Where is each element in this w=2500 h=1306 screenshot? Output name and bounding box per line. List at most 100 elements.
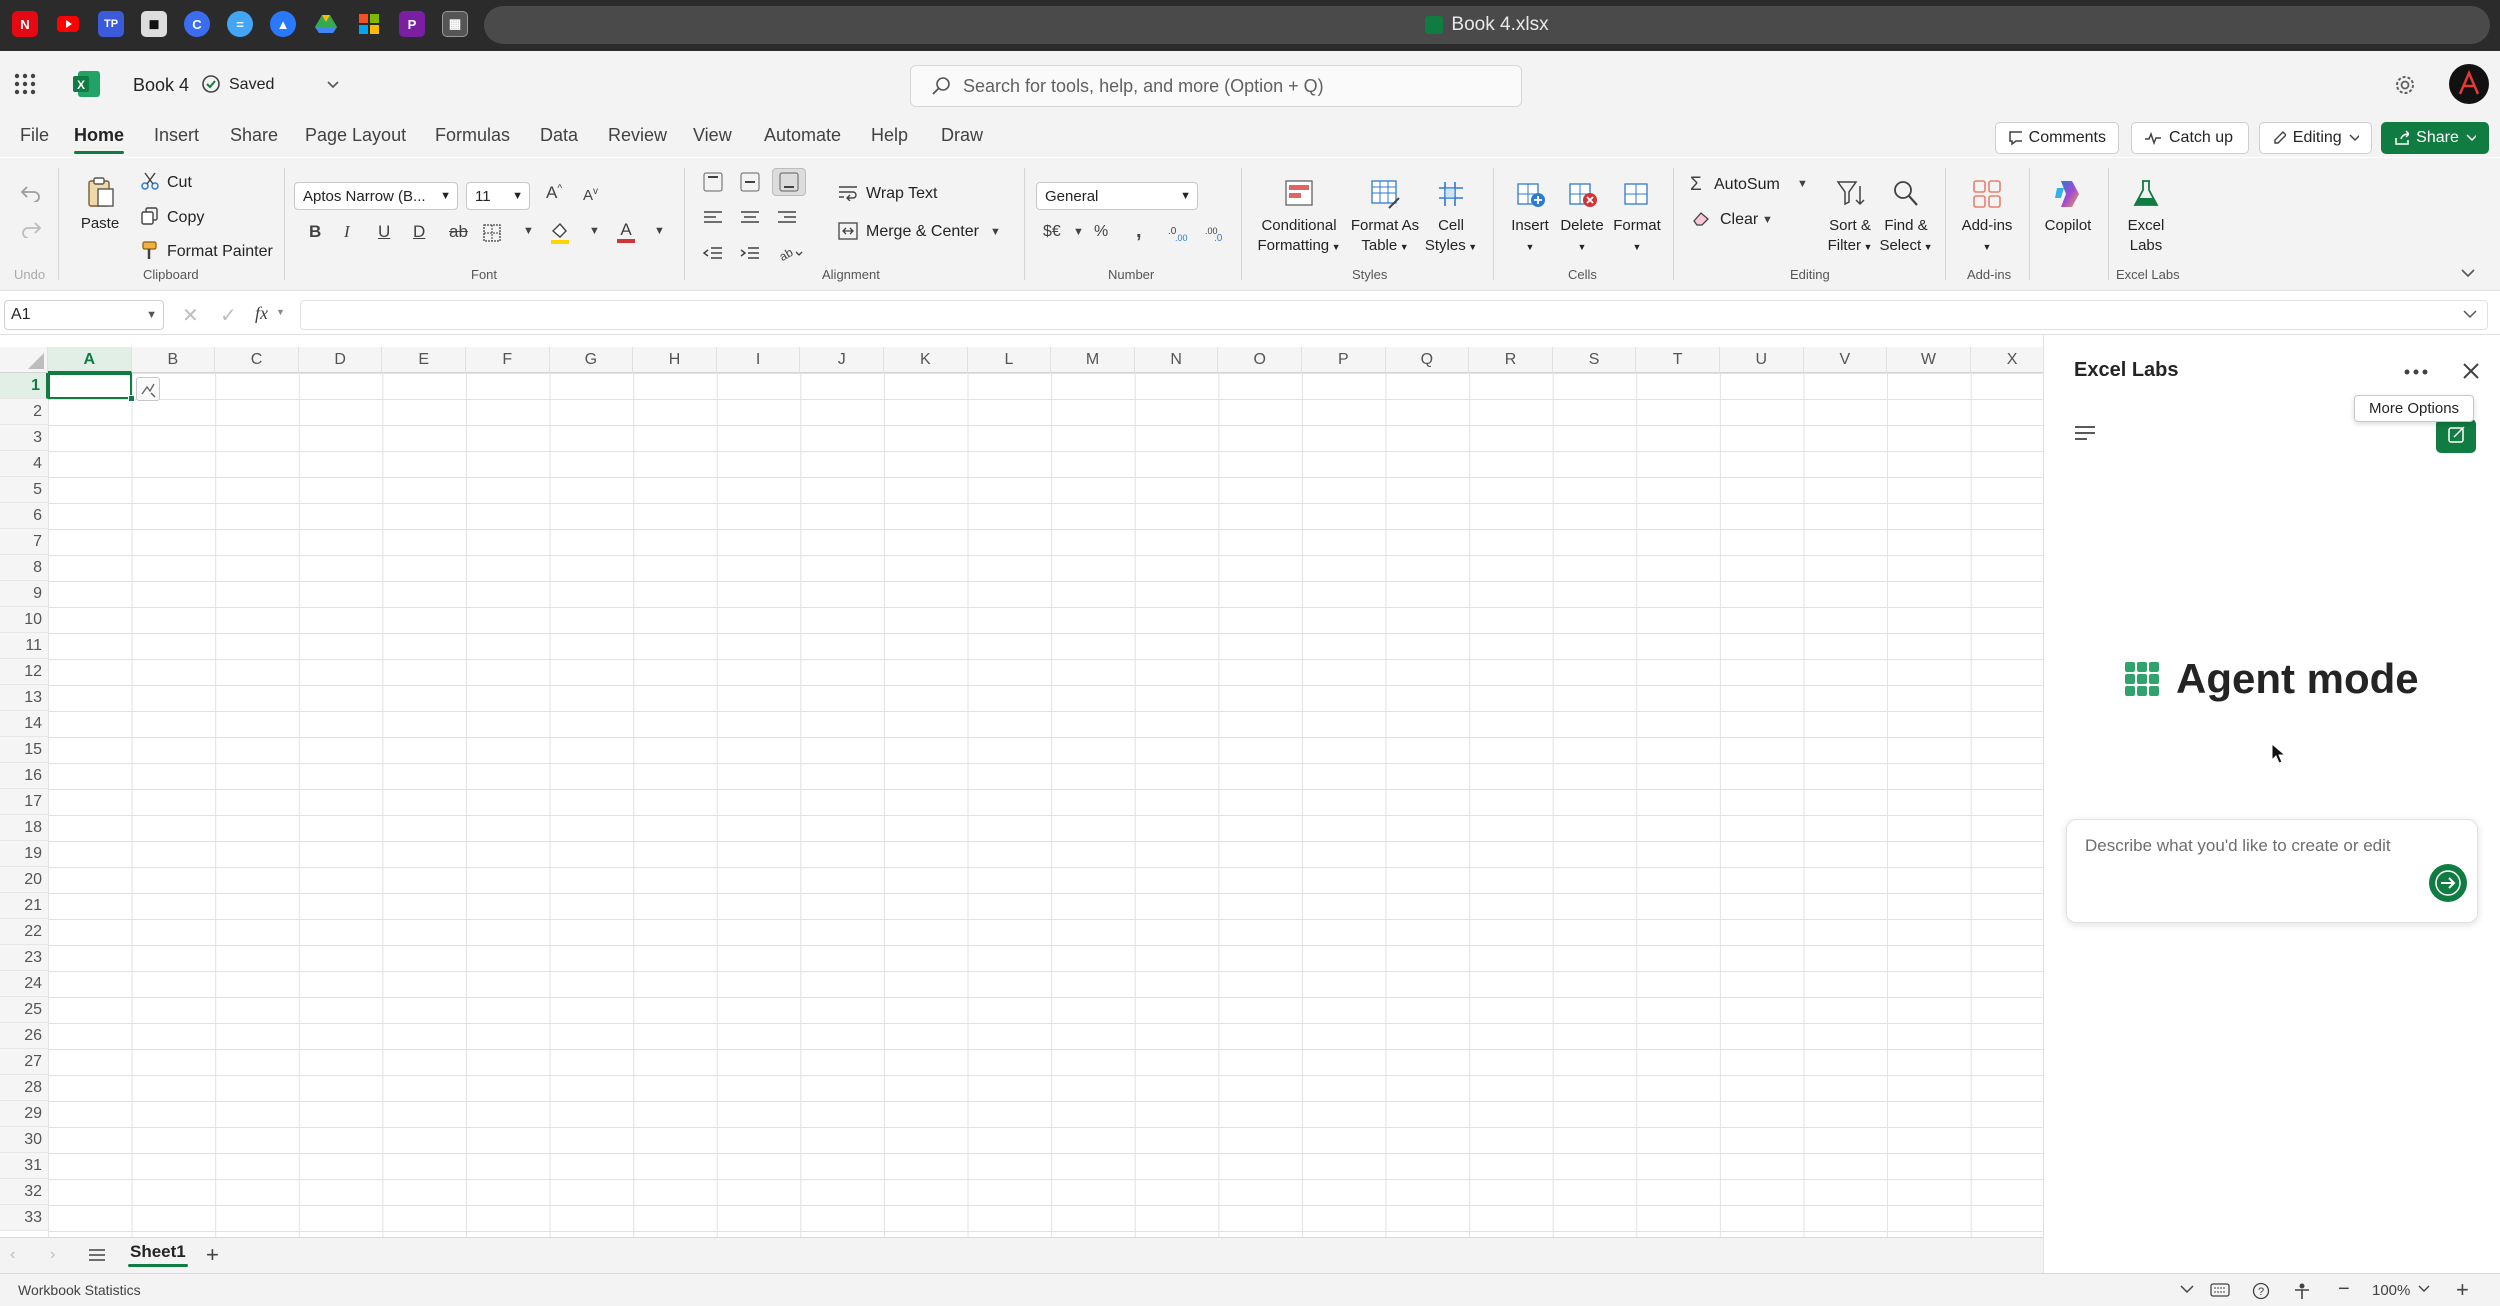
increase-font-icon[interactable]: A^: [546, 183, 562, 203]
increase-indent-icon[interactable]: [740, 246, 760, 262]
wrap-text-button[interactable]: Wrap Text: [866, 185, 937, 203]
tab-view[interactable]: View: [693, 125, 732, 146]
accessibility-icon[interactable]: [2292, 1282, 2312, 1300]
column-header-w[interactable]: W: [1887, 347, 1971, 373]
avatar[interactable]: [2448, 63, 2490, 105]
insert-cells-button[interactable]: Insert ▼: [1505, 178, 1555, 257]
keyboard-icon[interactable]: [2210, 1283, 2230, 1297]
column-header-n[interactable]: N: [1135, 347, 1219, 373]
row-header-29[interactable]: 29: [0, 1101, 48, 1127]
column-header-f[interactable]: F: [466, 347, 550, 373]
percent-icon[interactable]: %: [1094, 223, 1108, 241]
tab-home[interactable]: Home: [74, 125, 125, 154]
align-left-icon[interactable]: [703, 210, 723, 226]
name-box[interactable]: A1 ▼: [4, 300, 164, 330]
chevron-down-icon[interactable]: ▼: [1073, 226, 1084, 238]
underline-icon[interactable]: U: [378, 222, 390, 242]
sort-filter-button[interactable]: Sort & Filter ▼: [1820, 178, 1880, 257]
column-header-i[interactable]: I: [717, 347, 801, 373]
chevron-down-icon[interactable]: ▼: [589, 225, 600, 237]
row-header-4[interactable]: 4: [0, 451, 48, 477]
row-header-13[interactable]: 13: [0, 685, 48, 711]
row-header-5[interactable]: 5: [0, 477, 48, 503]
align-middle-icon[interactable]: [740, 172, 760, 192]
send-button[interactable]: [2429, 864, 2467, 902]
tab-help[interactable]: Help: [871, 125, 908, 146]
italic-icon[interactable]: I: [344, 222, 350, 242]
next-sheet-icon[interactable]: ›: [50, 1246, 55, 1264]
p-app-icon[interactable]: P: [399, 11, 425, 37]
zoom-in-icon[interactable]: +: [2456, 1277, 2469, 1303]
column-header-a[interactable]: A: [48, 347, 132, 373]
row-header-30[interactable]: 30: [0, 1127, 48, 1153]
column-header-k[interactable]: K: [884, 347, 968, 373]
address-bar[interactable]: Book 4.xlsx: [484, 6, 2490, 44]
chevron-down-icon[interactable]: ▼: [1762, 214, 1773, 226]
strikethrough-icon[interactable]: ab: [449, 222, 468, 242]
ribbon-collapse-icon[interactable]: [2460, 268, 2476, 278]
column-header-d[interactable]: D: [299, 347, 383, 373]
column-header-p[interactable]: P: [1302, 347, 1386, 373]
add-ins-button[interactable]: Add-ins ▼: [1957, 178, 2017, 257]
excel-labs-button[interactable]: Excel Labs: [2118, 178, 2174, 256]
chevron-down-icon[interactable]: ▼: [523, 225, 534, 237]
drive-icon[interactable]: [313, 11, 339, 37]
clear-button[interactable]: Clear: [1720, 211, 1758, 229]
align-center-icon[interactable]: [740, 210, 760, 226]
row-header-24[interactable]: 24: [0, 971, 48, 997]
add-sheet-icon[interactable]: +: [206, 1242, 219, 1268]
decrease-indent-icon[interactable]: [703, 246, 723, 262]
column-header-o[interactable]: O: [1218, 347, 1302, 373]
row-header-18[interactable]: 18: [0, 815, 48, 841]
undo-icon[interactable]: [20, 184, 42, 202]
format-painter-button[interactable]: Format Painter: [167, 243, 273, 261]
cancel-icon[interactable]: ✕: [182, 303, 199, 328]
chevron-down-icon[interactable]: ▼: [1797, 178, 1808, 190]
row-header-28[interactable]: 28: [0, 1075, 48, 1101]
font-name-select[interactable]: Aptos Narrow (B... ▼: [294, 182, 458, 210]
fill-color-icon[interactable]: [550, 222, 570, 244]
tp-app-icon[interactable]: TP: [98, 11, 124, 37]
comma-style-icon[interactable]: ,: [1136, 220, 1142, 243]
column-header-g[interactable]: G: [550, 347, 634, 373]
app-launcher-icon[interactable]: [14, 73, 36, 95]
comments-button[interactable]: Comments: [1995, 122, 2119, 154]
bold-icon[interactable]: B: [309, 222, 321, 242]
row-header-15[interactable]: 15: [0, 737, 48, 763]
copy-button[interactable]: Copy: [167, 209, 204, 227]
more-options-icon[interactable]: [2404, 369, 2428, 375]
tab-file[interactable]: File: [20, 125, 49, 146]
prev-sheet-icon[interactable]: ‹: [10, 1246, 15, 1264]
row-header-25[interactable]: 25: [0, 997, 48, 1023]
share-button[interactable]: Share: [2381, 122, 2489, 154]
select-all-corner[interactable]: [0, 347, 48, 373]
decrease-font-icon[interactable]: Av: [583, 186, 598, 204]
row-header-33[interactable]: 33: [0, 1205, 48, 1231]
row-header-19[interactable]: 19: [0, 841, 48, 867]
merge-center-button[interactable]: Merge & Center: [866, 223, 979, 241]
youtube-icon[interactable]: [55, 11, 81, 37]
delete-cells-button[interactable]: Delete ▼: [1557, 178, 1607, 257]
column-header-m[interactable]: M: [1051, 347, 1135, 373]
row-header-32[interactable]: 32: [0, 1179, 48, 1205]
history-menu-icon[interactable]: [2074, 425, 2096, 441]
chevron-down-icon[interactable]: [2180, 1285, 2194, 1294]
column-header-c[interactable]: C: [215, 347, 299, 373]
chat-app-icon[interactable]: =: [227, 11, 253, 37]
search-input[interactable]: Search for tools, help, and more (Option…: [910, 65, 1522, 107]
enter-check-icon[interactable]: ✓: [220, 303, 237, 328]
row-header-26[interactable]: 26: [0, 1023, 48, 1049]
editing-mode-button[interactable]: Editing: [2259, 122, 2372, 154]
align-top-icon[interactable]: [703, 172, 723, 192]
format-as-table-button[interactable]: Format As Table ▼: [1349, 178, 1421, 257]
row-header-16[interactable]: 16: [0, 763, 48, 789]
workbook-name[interactable]: Book 4: [133, 75, 189, 96]
notion-icon[interactable]: ◼: [141, 11, 167, 37]
column-header-v[interactable]: V: [1804, 347, 1888, 373]
format-cells-button[interactable]: Format ▼: [1609, 178, 1665, 257]
cut-button[interactable]: Cut: [167, 174, 192, 192]
column-header-e[interactable]: E: [382, 347, 466, 373]
align-right-icon[interactable]: [777, 210, 797, 226]
workbook-statistics[interactable]: Workbook Statistics: [18, 1282, 141, 1298]
cell-styles-button[interactable]: Cell Styles ▼: [1422, 178, 1480, 257]
